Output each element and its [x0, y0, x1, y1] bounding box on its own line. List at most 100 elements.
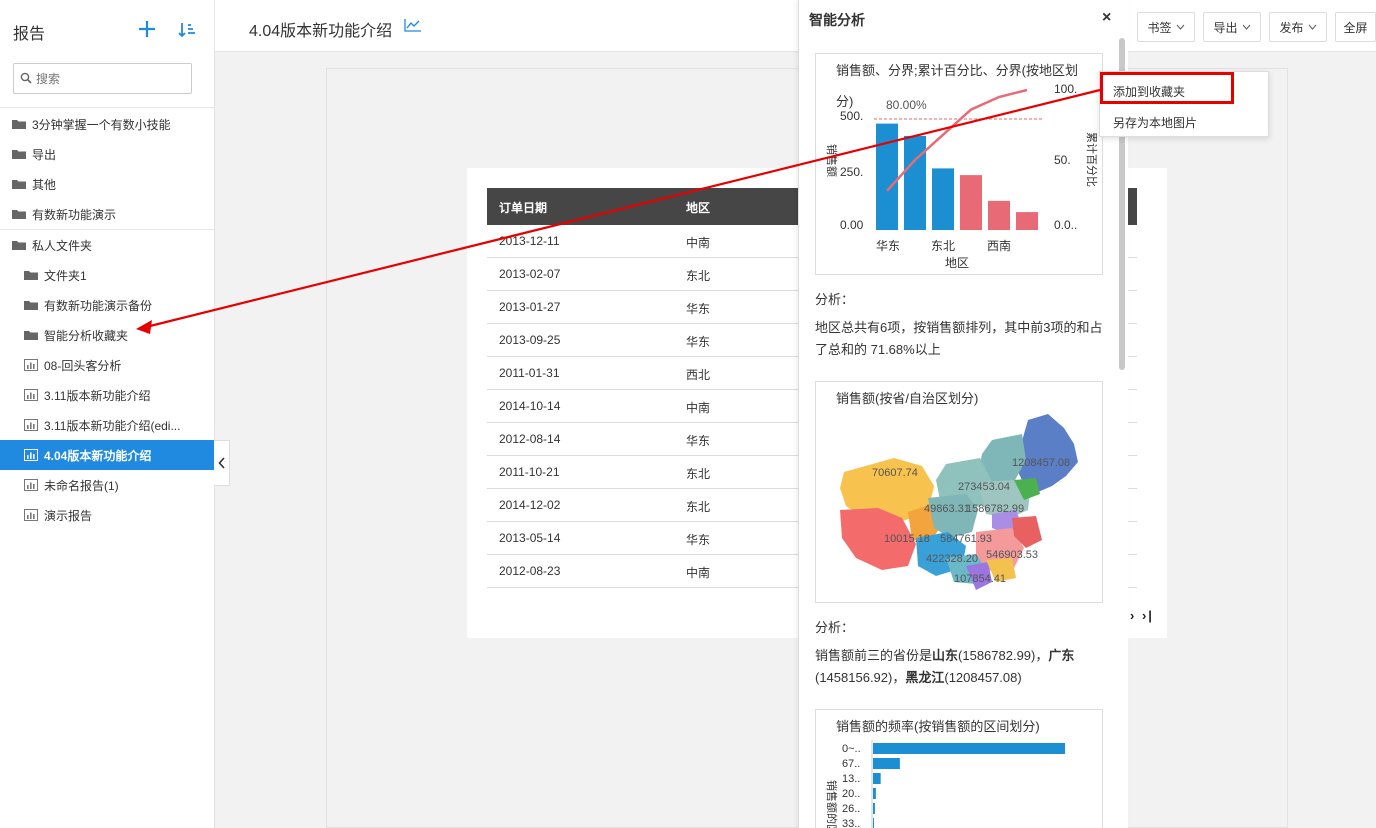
report-icon	[24, 449, 44, 461]
sidebar-item-label: 08-回头客分析	[44, 358, 122, 373]
cell-order-date: 2014-12-02	[499, 498, 561, 512]
cell-region: 西北	[686, 368, 711, 382]
y-axis-label: 销售额的区间	[825, 780, 839, 828]
frequency-chart-card[interactable]: 销售额的频率(按销售额的区间划分) 销售额的区间 0~.. 67.. 13.. 20.…	[815, 709, 1103, 828]
add-to-favorites-menu-item[interactable]: 添加到收藏夹	[1100, 74, 1270, 104]
smart-analysis-panel: 智能分析 × 销售额、分界;累计百分比、分界(按地区划 分) 80.00% 50…	[798, 0, 1128, 828]
map-value-label: 70607.74	[872, 467, 918, 479]
map-value-label: 584761.93	[940, 533, 992, 545]
map-value-label: 273453.04	[958, 481, 1010, 493]
cell-order-date: 2013-05-14	[499, 531, 561, 545]
cell-region: 中南	[686, 566, 711, 580]
y-tick-right: 0.0..	[1054, 218, 1077, 232]
close-button[interactable]: ×	[1102, 9, 1111, 27]
analysis-text: 地区总共有6项，按销售额排列，其中前3项的和占了总和的 71.68%以上	[815, 320, 1103, 357]
y-axis-label-right: 累计百分比	[1085, 132, 1098, 187]
sidebar-report-13[interactable]: 演示报告	[0, 500, 214, 530]
smart-analysis-icon[interactable]	[404, 18, 422, 32]
sidebar-report-10[interactable]: 3.11版本新功能介绍(edi...	[0, 410, 214, 440]
cell-order-date: 2013-02-07	[499, 267, 561, 281]
y-tick: 13..	[842, 773, 860, 785]
folder-icon	[12, 178, 32, 190]
sidebar-folder-4[interactable]: 私人文件夹	[0, 230, 214, 260]
analysis-text: 销售额前三的省份是山东(1586782.99)，广东(1458156.92)，黑…	[815, 648, 1075, 685]
x-tick: 西南	[987, 238, 1011, 253]
folder-icon	[12, 118, 32, 130]
save-as-image-menu-item[interactable]: 另存为本地图片	[1100, 105, 1270, 135]
cell-order-date: 2014-10-14	[499, 399, 561, 413]
collapse-sidebar-button[interactable]	[214, 440, 230, 486]
map-value-label: 1208457.08	[1012, 457, 1070, 469]
chevron-left-icon	[217, 457, 225, 469]
x-tick: 东北	[931, 239, 955, 253]
publish-button[interactable]: 发布	[1269, 12, 1327, 42]
y-tick-right: 50.	[1054, 153, 1071, 167]
pareto-chart-card[interactable]: 销售额、分界;累计百分比、分界(按地区划 分) 80.00% 500. 250.…	[815, 53, 1103, 275]
sidebar-folder-0[interactable]: 3分钟掌握一个有数小技能	[0, 109, 214, 139]
report-icon	[24, 389, 44, 401]
panel-title: 智能分析	[809, 12, 865, 28]
sidebar-item-label: 3.11版本新功能介绍(edi...	[44, 418, 181, 433]
bar	[904, 135, 926, 230]
sort-icon[interactable]	[177, 20, 197, 40]
sidebar-report-9[interactable]: 3.11版本新功能介绍	[0, 380, 214, 410]
bar	[873, 818, 874, 828]
sidebar-folder-5[interactable]: 文件夹1	[0, 260, 214, 290]
sidebar-folder-1[interactable]: 导出	[0, 139, 214, 169]
sidebar-report-11[interactable]: 4.04版本新功能介绍	[0, 440, 214, 470]
cell-region: 东北	[686, 269, 711, 283]
chevron-down-icon	[1176, 24, 1184, 30]
cell-region: 华东	[686, 302, 711, 316]
map-value-label: 1586782.99	[966, 503, 1024, 515]
bar	[1016, 212, 1038, 230]
search-box[interactable]	[13, 63, 192, 94]
cell-region: 东北	[686, 467, 711, 481]
map-value-label: 107854.41	[954, 573, 1006, 585]
frequency-chart: 销售额的区间 0~.. 67.. 13.. 20.. 26.. 33..	[825, 740, 1065, 828]
folder-icon	[24, 299, 44, 311]
bookmark-button[interactable]: 书签	[1137, 12, 1195, 42]
search-input[interactable]	[36, 70, 186, 88]
sidebar-folder-2[interactable]: 其他	[0, 169, 214, 199]
y-tick-left: 0.00	[840, 218, 864, 232]
y-axis-label-left: 销售额	[825, 144, 839, 177]
pager-next-last[interactable]: › ›|	[1130, 608, 1154, 623]
sidebar-item-label: 4.04版本新功能介绍	[44, 448, 152, 463]
folder-icon	[12, 148, 32, 160]
sidebar-report-12[interactable]: 未命名报告(1)	[0, 470, 214, 500]
bar	[873, 758, 900, 769]
export-button[interactable]: 导出	[1203, 12, 1261, 42]
cell-order-date: 2011-01-31	[499, 366, 560, 380]
add-icon[interactable]	[136, 18, 158, 40]
y-tick: 0~..	[842, 743, 861, 755]
cell-order-date: 2013-12-11	[499, 234, 560, 248]
report-icon	[24, 419, 44, 431]
map-chart-card[interactable]: 销售额(按省/自治区划分) 1208457.08 70607.74 273453.0…	[815, 381, 1103, 603]
folder-icon	[24, 269, 44, 281]
percent-label: 80.00%	[886, 98, 927, 112]
bar	[960, 175, 982, 230]
column-header-order-date[interactable]: 订单日期	[499, 199, 547, 216]
map-value-label: 422328.20	[926, 553, 978, 565]
bar	[873, 773, 881, 784]
sidebar-folder-3[interactable]: 有数新功能演示	[0, 199, 214, 229]
chevron-down-icon	[1308, 24, 1316, 30]
cell-order-date: 2013-09-25	[499, 333, 561, 347]
x-axis-label: 地区	[945, 256, 969, 270]
y-tick-right: 100.	[1054, 82, 1077, 96]
analysis-label: 分析：	[815, 620, 855, 635]
sidebar-item-label: 演示报告	[44, 508, 93, 523]
sidebar-item-label: 智能分析收藏夹	[44, 328, 129, 343]
bar	[873, 788, 876, 799]
sidebar-folder-6[interactable]: 有数新功能演示备份	[0, 290, 214, 320]
sidebar-folder-7[interactable]: 智能分析收藏夹	[0, 320, 214, 350]
bar	[873, 803, 875, 814]
column-header-region[interactable]: 地区	[686, 199, 710, 216]
sidebar-report-8[interactable]: 08-回头客分析	[0, 350, 214, 380]
cell-region: 华东	[686, 434, 711, 448]
fullscreen-button[interactable]: 全屏	[1335, 12, 1376, 42]
china-map: 1208457.08 70607.74 273453.04 49863.3115867…	[840, 414, 1078, 590]
cell-order-date: 2012-08-23	[499, 564, 561, 578]
analysis-label: 分析：	[815, 292, 855, 307]
folder-icon	[12, 239, 32, 251]
